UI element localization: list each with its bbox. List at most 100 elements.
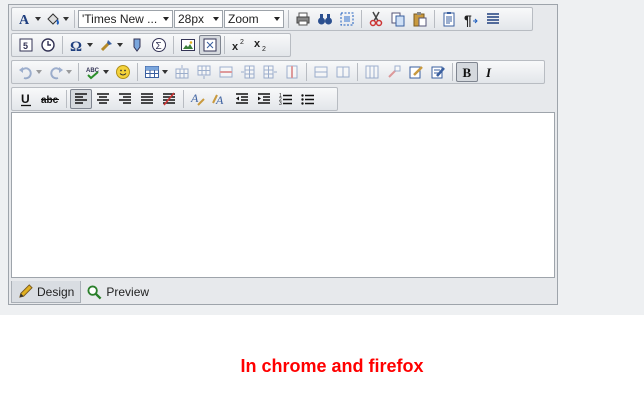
chevron-down-icon [87, 43, 93, 47]
svg-text:x: x [232, 41, 239, 53]
horizontal-rule-button[interactable] [482, 9, 504, 29]
align-center-button[interactable] [92, 89, 114, 109]
superscript-button[interactable]: x2 [228, 35, 250, 55]
bullet-list-icon [301, 94, 314, 105]
separator [224, 36, 225, 54]
paint-bucket-icon [47, 13, 59, 25]
find-button[interactable] [314, 9, 336, 29]
merge-cells-button[interactable] [310, 62, 332, 82]
svg-text:A: A [19, 13, 30, 27]
edit-style-icon [431, 66, 445, 79]
template-button[interactable]: 5 [15, 35, 37, 55]
highlight-color-button[interactable] [43, 9, 71, 29]
outdent-button[interactable] [231, 89, 253, 109]
tab-design[interactable]: Design [11, 281, 82, 303]
undo-icon [19, 67, 32, 80]
insert-image-button[interactable] [177, 35, 199, 55]
document-paste-icon [443, 12, 455, 27]
svg-text:Ω: Ω [70, 39, 82, 53]
separator [137, 63, 138, 81]
delete-column-button[interactable] [281, 62, 303, 82]
table-properties-button[interactable] [361, 62, 383, 82]
image-select-icon [203, 38, 217, 52]
superscript-icon: x2 [232, 39, 244, 53]
select-all-icon [340, 12, 354, 26]
print-button[interactable] [292, 9, 314, 29]
mode-tabs: Design Preview [11, 281, 155, 303]
align-right-button[interactable] [114, 89, 136, 109]
special-character-button[interactable]: Ω [66, 35, 96, 55]
editor-content-area[interactable] [11, 112, 555, 278]
strikethrough-icon: abc [41, 95, 59, 106]
spellcheck-button[interactable]: ABC [82, 62, 112, 82]
tab-design-label: Design [37, 284, 75, 299]
zoom-select[interactable]: Zoom [224, 10, 284, 28]
insert-table-button[interactable] [141, 62, 171, 82]
separator [452, 63, 453, 81]
align-left-button[interactable] [70, 89, 92, 109]
separator [74, 10, 75, 28]
font-size-select[interactable]: 28px [174, 10, 223, 28]
paste-text-button[interactable] [438, 9, 460, 29]
format-painter-button[interactable] [96, 35, 126, 55]
edit-style-button[interactable] [427, 62, 449, 82]
split-cells-button[interactable] [332, 62, 354, 82]
insert-column-right-button[interactable] [259, 62, 281, 82]
paste-button[interactable] [409, 9, 431, 29]
undo-button[interactable] [15, 62, 45, 82]
image-icon [181, 39, 195, 51]
align-remove-icon [163, 92, 175, 106]
cut-button[interactable] [365, 9, 387, 29]
insert-column-left-button[interactable] [237, 62, 259, 82]
bold-button[interactable]: B [456, 62, 478, 82]
insert-row-above-button[interactable] [171, 62, 193, 82]
toolbar-row-4: U abc A A 1 2 3 [11, 87, 338, 111]
unordered-list-button[interactable] [297, 89, 319, 109]
svg-text:U: U [21, 92, 30, 106]
remove-alignment-button[interactable] [158, 89, 180, 109]
separator [183, 90, 184, 108]
insert-flash-button[interactable] [126, 35, 148, 55]
chevron-down-icon [213, 17, 219, 21]
redo-button[interactable] [45, 62, 75, 82]
table-delete-column-icon [286, 65, 298, 79]
insert-row-below-button[interactable] [193, 62, 215, 82]
svg-text:A: A [190, 91, 199, 105]
font-color-icon: A [19, 13, 30, 27]
delete-row-button[interactable] [215, 62, 237, 82]
align-lines-icon [487, 13, 499, 24]
subscript-icon: x2 [254, 38, 266, 53]
edit-tag-button[interactable] [405, 62, 427, 82]
image-map-button[interactable] [199, 35, 221, 55]
insert-time-button[interactable] [37, 35, 59, 55]
cell-properties-button[interactable] [383, 62, 405, 82]
zoom-value: Zoom [228, 12, 259, 26]
svg-text:B: B [463, 65, 472, 80]
indent-button[interactable] [253, 89, 275, 109]
emoticon-button[interactable] [112, 62, 134, 82]
underline-button[interactable]: U [15, 89, 37, 109]
text-clean-icon: A [212, 93, 224, 107]
subscript-button[interactable]: x2 [250, 35, 272, 55]
tab-preview[interactable]: Preview [81, 281, 155, 303]
table-column-icon [241, 65, 255, 79]
numbered-list-icon: 123 [279, 93, 292, 107]
select-all-button[interactable] [336, 9, 358, 29]
font-name-select[interactable]: 'Times New ... [78, 10, 173, 28]
svg-text:x: x [254, 38, 261, 50]
italic-button[interactable]: I [478, 62, 500, 82]
ordered-list-button[interactable]: 123 [275, 89, 297, 109]
strikethrough-button[interactable]: abc [37, 89, 63, 109]
toolbar-row-2: 5 Ω Σ x2 x2 [11, 33, 291, 57]
tab-preview-label: Preview [106, 285, 150, 299]
insert-formula-button[interactable]: Σ [148, 35, 170, 55]
svg-text:3: 3 [279, 101, 282, 107]
separator [288, 10, 289, 28]
remove-format-button[interactable]: A [187, 89, 209, 109]
align-justify-button[interactable] [136, 89, 158, 109]
font-color-button[interactable]: A [15, 9, 43, 29]
copy-button[interactable] [387, 9, 409, 29]
clean-word-button[interactable]: A [209, 89, 231, 109]
show-paragraph-marks-button[interactable]: ¶ [460, 9, 482, 29]
binoculars-icon [318, 14, 332, 25]
